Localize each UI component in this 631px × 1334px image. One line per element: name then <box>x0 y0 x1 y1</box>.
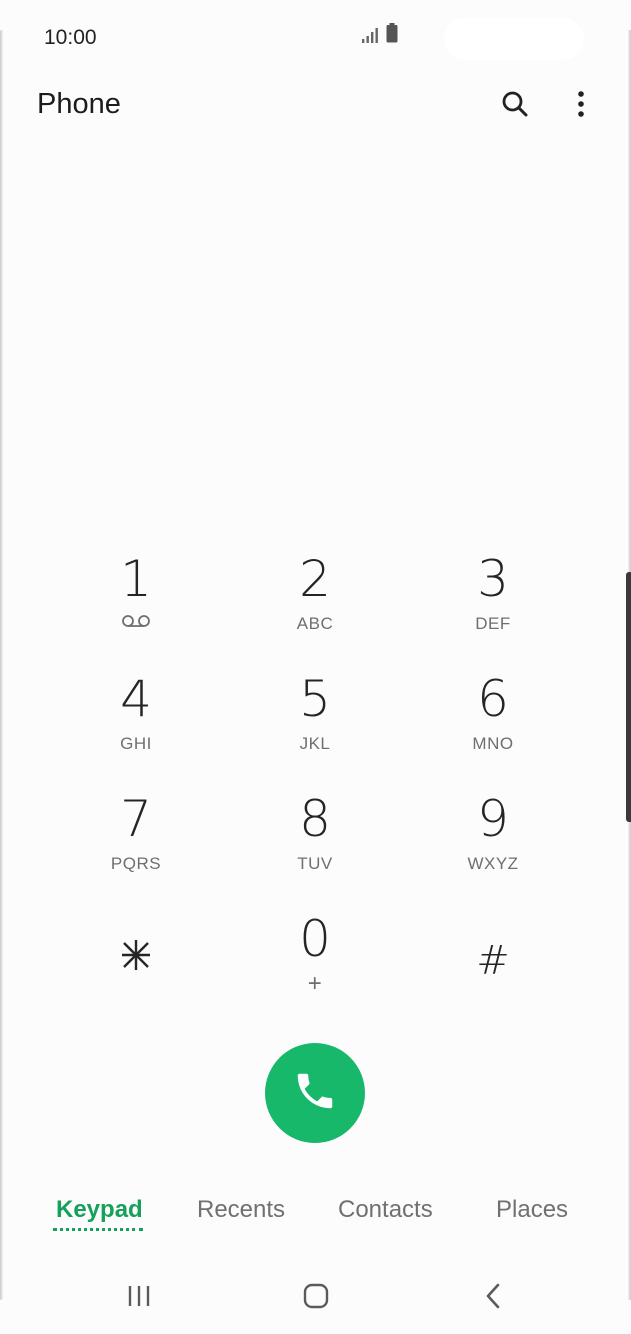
key-digit: 2 <box>299 550 331 608</box>
voicemail-icon <box>121 614 151 633</box>
key-digit: 8 <box>299 790 331 848</box>
key-digit: 6 <box>477 670 509 728</box>
key-8[interactable]: 8 TUV <box>235 792 395 902</box>
battery-icon <box>386 23 398 48</box>
key-digit: 0 <box>299 910 331 968</box>
key-1[interactable]: 1 <box>56 552 216 662</box>
recent-apps-icon <box>126 1284 152 1313</box>
key-5[interactable]: 5 JKL <box>235 672 395 782</box>
asterisk-icon <box>119 938 153 977</box>
key-digit: 9 <box>477 790 509 848</box>
key-3[interactable]: 3 DEF <box>413 552 573 662</box>
tab-recents[interactable]: Recents <box>197 1196 285 1224</box>
device-side-key <box>626 572 631 822</box>
key-4[interactable]: 4 GHI <box>56 672 216 782</box>
phone-call-icon <box>292 1068 338 1119</box>
page-title: Phone <box>37 88 121 120</box>
key-digit: # <box>476 938 510 984</box>
back-button[interactable] <box>471 1278 515 1318</box>
tab-places[interactable]: Places <box>496 1196 568 1224</box>
key-star[interactable] <box>56 912 216 1022</box>
key-0[interactable]: 0 + <box>235 912 395 1022</box>
more-options-button[interactable] <box>559 84 603 128</box>
tab-keypad[interactable]: Keypad <box>56 1196 143 1224</box>
recent-apps-button[interactable] <box>117 1278 161 1318</box>
key-digit: 5 <box>299 670 331 728</box>
key-letters: MNO <box>472 734 514 753</box>
search-button[interactable] <box>493 84 537 128</box>
key-letters: + <box>307 970 323 997</box>
key-hash[interactable]: # <box>413 912 573 1022</box>
key-digit: 1 <box>120 550 152 608</box>
home-icon <box>303 1283 329 1314</box>
key-7[interactable]: 7 PQRS <box>56 792 216 902</box>
key-letters: GHI <box>120 734 152 753</box>
key-digit: 7 <box>120 790 152 848</box>
more-options-icon <box>577 90 585 123</box>
signal-icon <box>362 27 380 48</box>
key-letters: TUV <box>297 854 333 873</box>
tab-contacts[interactable]: Contacts <box>338 1196 433 1224</box>
key-letters: JKL <box>299 734 331 753</box>
key-digit: 3 <box>477 550 509 608</box>
status-time: 10:00 <box>44 26 97 49</box>
key-9[interactable]: 9 WXYZ <box>413 792 573 902</box>
key-letters: WXYZ <box>467 854 519 873</box>
key-digit: 4 <box>120 670 152 728</box>
key-6[interactable]: 6 MNO <box>413 672 573 782</box>
device-frame-left <box>0 30 3 1300</box>
back-icon <box>484 1283 502 1314</box>
key-letters: ABC <box>296 614 334 633</box>
active-tab-indicator <box>53 1228 143 1231</box>
key-letters: DEF <box>475 614 511 633</box>
camera-cutout <box>444 18 584 60</box>
key-letters: PQRS <box>110 854 162 873</box>
phone-screen: 10:00 Phone 1 2 ABC 3 DEF 4 GHI 5 JKL 6 … <box>0 0 631 1334</box>
call-button[interactable] <box>265 1043 365 1143</box>
status-icons <box>362 23 398 48</box>
key-2[interactable]: 2 ABC <box>235 552 395 662</box>
search-icon <box>501 90 529 123</box>
home-button[interactable] <box>294 1278 338 1318</box>
